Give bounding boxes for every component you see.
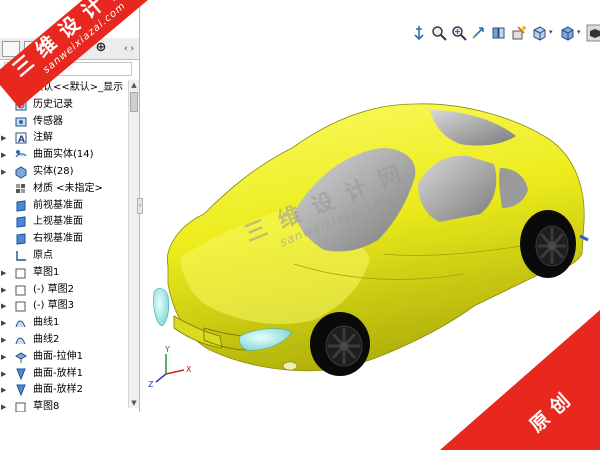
cube-view-icon[interactable] — [530, 24, 548, 42]
svg-text:A: A — [18, 135, 25, 145]
expand-arrow-icon[interactable]: ▶ — [1, 336, 7, 344]
sketch-icon — [15, 285, 26, 296]
tree-item[interactable]: ▶ A 注解 — [0, 130, 128, 147]
tree-item-label: 实体(28) — [33, 165, 74, 177]
axis-triad: Y X Z — [148, 345, 192, 389]
tree-item-label: 曲面-放样1 — [33, 367, 83, 379]
expand-arrow-icon[interactable]: ▶ — [1, 319, 7, 327]
tree-item[interactable]: 上视基准面 — [0, 214, 128, 231]
tree-item[interactable]: 材质 <未指定> — [0, 181, 128, 198]
front-wheel — [310, 312, 370, 376]
annotation-view-icon[interactable] — [510, 24, 528, 42]
sketch-icon — [15, 268, 26, 279]
display-style-icon[interactable] — [558, 24, 576, 42]
tab-scroll-arrow[interactable]: ‹ › — [121, 42, 137, 56]
anchor-icon[interactable] — [410, 24, 428, 42]
scroll-down-arrow[interactable]: ▼ — [129, 398, 139, 408]
tree-item[interactable]: 传感器 — [0, 114, 128, 131]
tree-item[interactable]: ▶ (-) 草图2 — [0, 282, 128, 299]
origin-icon — [16, 250, 26, 261]
hide-show-icon[interactable] — [586, 24, 600, 42]
tree-item[interactable]: ▶ 曲线1 — [0, 315, 128, 332]
expand-arrow-icon[interactable]: ▶ — [1, 286, 7, 294]
panel-collapse-handle[interactable]: › — [137, 198, 143, 214]
tree-item[interactable]: ▶ 曲线2 — [0, 332, 128, 349]
expand-arrow-icon[interactable]: ▶ — [1, 370, 7, 378]
tree-item-label: 曲面实体(14) — [33, 149, 94, 161]
tree-item-label: 传感器 — [33, 115, 63, 127]
tree-item[interactable]: 右视基准面 — [0, 231, 128, 248]
axis-y-label: Y — [164, 345, 170, 354]
tree-item-label: 草图1 — [33, 266, 60, 278]
fog-lamp — [282, 361, 298, 371]
axis-x-label: X — [186, 365, 192, 374]
tree-item-label: 曲面-放样2 — [33, 384, 83, 396]
expand-arrow-icon[interactable]: ▶ — [1, 151, 7, 159]
tree-item[interactable]: ▶ (-) 草图3 — [0, 298, 128, 315]
rear-wheel — [520, 210, 576, 278]
plane-icon — [16, 200, 26, 212]
tree-item-label: 注解 — [33, 132, 53, 144]
tree-item-label: 曲线2 — [33, 333, 60, 345]
solid-body-icon — [15, 166, 27, 179]
previous-view-icon[interactable] — [470, 24, 488, 42]
heads-up-view-toolbar: ▾ ▾ — [406, 24, 600, 44]
tree-item[interactable]: ▶ 曲面-放样1 — [0, 366, 128, 383]
tree-item[interactable]: ▶ 曲面-放样2 — [0, 382, 128, 399]
surface-extrude-icon — [15, 352, 27, 363]
curve-icon — [15, 337, 26, 345]
zoom-fit-icon[interactable] — [430, 24, 448, 42]
annotation-icon: A — [15, 132, 27, 145]
section-view-icon[interactable] — [490, 24, 508, 42]
graphics-viewport[interactable]: Y X Z — [144, 44, 600, 412]
tree-item-label: 草图8 — [33, 401, 60, 412]
expand-arrow-icon[interactable]: ▶ — [1, 269, 7, 277]
tree-item[interactable]: ▶ 实体(28) — [0, 164, 128, 181]
tree-item-label: 上视基准面 — [33, 216, 83, 228]
expand-arrow-icon[interactable]: ▶ — [1, 168, 7, 176]
tree-item-label: (-) 草图2 — [33, 283, 74, 295]
tree-item[interactable]: ▶ 曲面-拉伸1 — [0, 349, 128, 366]
tree-item-label: 原点 — [33, 249, 53, 261]
plane-icon — [16, 233, 26, 245]
car-model[interactable]: Y X Z — [144, 44, 600, 412]
tree-item[interactable]: 原点 — [0, 248, 128, 265]
expand-arrow-icon[interactable]: ▶ — [1, 353, 7, 361]
tree-item[interactable]: ▶ 曲面实体(14) — [0, 147, 128, 164]
tree-item[interactable]: 前视基准面 — [0, 198, 128, 215]
feature-tree: 默认<<默认>_显示 历史记录 传感器 ▶ A 注解 ▶ 曲面实体(14) ▶ 实体(28) 材质 … — [0, 80, 128, 412]
plane-icon — [16, 216, 26, 228]
expand-arrow-icon[interactable]: ▶ — [1, 302, 7, 310]
tree-item-label: 右视基准面 — [33, 233, 83, 245]
sketch-icon — [15, 301, 26, 312]
tree-item-label: 曲面-拉伸1 — [33, 350, 83, 362]
tree-item[interactable]: ▶ 草图1 — [0, 265, 128, 282]
chevron-down-icon[interactable]: ▾ — [577, 28, 581, 36]
material-icon — [16, 183, 25, 193]
zoom-area-icon[interactable] — [450, 24, 468, 42]
expand-arrow-icon[interactable]: ▶ — [1, 134, 7, 142]
surface-loft-icon — [16, 384, 26, 397]
expand-arrow-icon[interactable]: ▶ — [1, 386, 7, 394]
tree-item[interactable]: ▶ 草图8 — [0, 399, 128, 412]
sensor-icon — [15, 117, 27, 127]
tree-item-label: 前视基准面 — [33, 199, 83, 211]
tree-item-label: 历史记录 — [33, 98, 73, 110]
expand-arrow-icon[interactable]: ▶ — [1, 403, 7, 411]
sketch-icon — [15, 402, 26, 412]
tree-item-label: 曲线1 — [33, 317, 60, 329]
tree-scrollbar[interactable]: ▲ ▼ — [128, 80, 139, 408]
surface-body-icon — [15, 150, 27, 158]
scroll-up-arrow[interactable]: ▲ — [129, 80, 139, 90]
scroll-thumb[interactable] — [130, 92, 138, 112]
tree-item-label: 材质 <未指定> — [33, 182, 103, 194]
headlight-left — [153, 288, 170, 327]
axis-z-label: Z — [148, 380, 154, 389]
surface-loft-icon — [16, 368, 26, 380]
curve-icon — [15, 320, 26, 328]
tree-item-label: (-) 草图3 — [33, 300, 74, 312]
chevron-down-icon[interactable]: ▾ — [549, 28, 553, 36]
